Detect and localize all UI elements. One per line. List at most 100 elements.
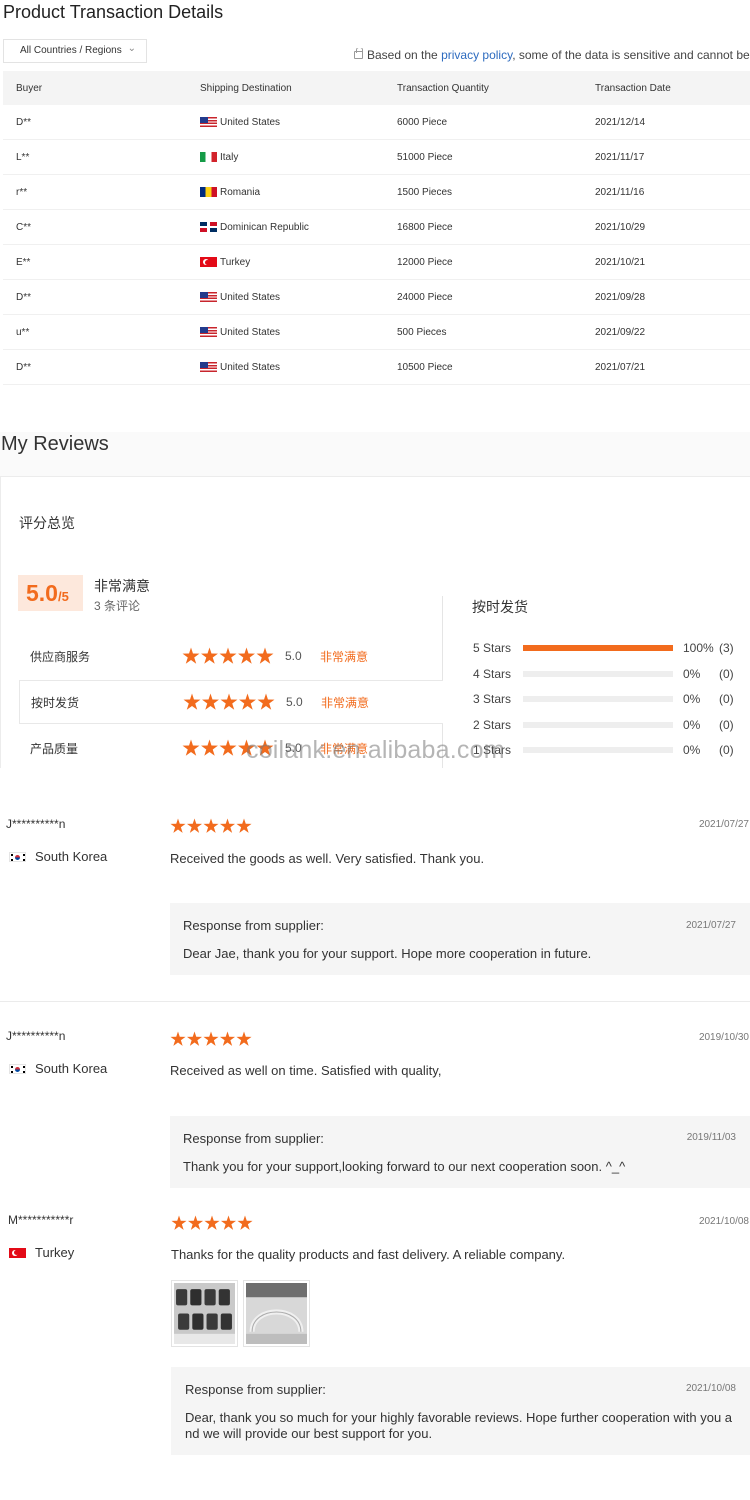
reviewer-country-name: Turkey	[35, 1245, 75, 1260]
distribution-count: (3)	[719, 641, 734, 655]
distribution-label: 3 Stars	[473, 692, 512, 706]
response-text: Dear Jae, thank you for your support. Ho…	[183, 946, 592, 961]
star-icon	[236, 1031, 252, 1046]
buyer-cell: r**	[16, 186, 28, 198]
response-text: Thank you for your support,looking forwa…	[183, 1159, 626, 1174]
watermark: coilank.en.alibaba.com	[246, 736, 505, 764]
overall-score-label: 非常满意	[94, 578, 150, 594]
metric-verdict: 非常满意	[320, 649, 369, 664]
quantity-cell: 1500 Pieces	[397, 186, 453, 198]
chevron-down-icon: ⌄	[127, 43, 136, 54]
metric-name: 按时发货	[31, 695, 80, 710]
star-icon	[201, 739, 218, 756]
rating-metric-row[interactable]: 按时发货 5.0 非常满意	[19, 680, 443, 724]
reviewer-country: South Korea	[9, 849, 107, 864]
star-icon	[186, 1031, 203, 1046]
star-icon	[202, 693, 219, 710]
rating-overview-title: 评分总览	[19, 515, 75, 531]
table-row: D** United States 6000 Piece 2021/12/14	[3, 105, 750, 140]
region-select-value: All Countries / Regions	[20, 45, 122, 56]
star-icon	[187, 1215, 204, 1230]
reviewer-country-name: South Korea	[35, 849, 108, 864]
distribution-bar	[523, 645, 673, 651]
quantity-cell: 10500 Piece	[397, 361, 453, 373]
review-divider	[0, 1001, 750, 1002]
reviewer-name: M***********r	[8, 1213, 74, 1227]
distribution-bar	[523, 696, 673, 702]
star-icon	[203, 818, 219, 833]
star-icon	[182, 647, 200, 664]
metric-verdict: 非常满意	[321, 695, 370, 710]
lock-icon	[354, 48, 363, 59]
destination-name: Romania	[220, 186, 261, 198]
distribution-title: 按时发货	[472, 599, 528, 615]
reviewer-name: J**********n	[6, 1029, 66, 1043]
buyer-cell: E**	[16, 256, 31, 268]
star-distribution-row: 2 Stars 0% (0)	[473, 717, 750, 733]
review-date: 2019/10/30	[698, 1032, 749, 1043]
privacy-note-suffix: , some of the data is sensitive and cann…	[512, 48, 750, 62]
metric-stars	[182, 647, 285, 665]
response-date: 2021/10/08	[685, 1383, 736, 1394]
flag-us-icon	[200, 292, 217, 302]
table-row: r** Romania 1500 Pieces 2021/11/16	[3, 175, 750, 210]
destination-name: United States	[220, 361, 281, 373]
quantity-cell: 51000 Piece	[397, 151, 453, 163]
star-icon	[219, 1031, 236, 1046]
star-icon	[203, 1031, 219, 1046]
privacy-policy-link[interactable]: privacy policy	[441, 48, 512, 62]
region-select[interactable]: All Countries / Regions ⌄	[3, 39, 147, 63]
destination-name: Turkey	[220, 256, 251, 268]
destination-cell: Romania	[200, 175, 397, 209]
star-distribution-row: 1 Stars 0% (0)	[473, 742, 750, 758]
star-icon	[219, 739, 237, 756]
flag-tr-icon	[9, 1247, 26, 1258]
review-rating	[171, 1215, 254, 1231]
star-icon	[204, 1215, 220, 1230]
date-cell: 2021/07/21	[595, 361, 646, 373]
flag-kr-icon	[9, 851, 26, 862]
quantity-cell: 500 Pieces	[397, 326, 447, 338]
date-cell: 2021/11/16	[595, 186, 645, 198]
star-icon	[239, 693, 256, 710]
privacy-note: Based on the privacy policy, some of the…	[354, 48, 750, 62]
flag-do-icon	[200, 222, 217, 232]
reviewer-country: Turkey	[9, 1245, 74, 1260]
reviews-header-band	[0, 432, 750, 476]
table-row: C** Dominican Republic 16800 Piece 2021/10/…	[3, 210, 750, 245]
review-photo[interactable]	[243, 1280, 310, 1347]
flag-kr-icon	[9, 1063, 26, 1074]
transactions-title: Product Transaction Details	[3, 2, 224, 22]
buyer-cell: D**	[16, 116, 32, 128]
distribution-count: (0)	[719, 743, 734, 757]
distribution-bar-fill	[523, 645, 673, 651]
date-cell: 2021/09/28	[595, 291, 646, 303]
star-distribution-row: 5 Stars 100% (3)	[473, 640, 750, 656]
review-photo[interactable]	[171, 1280, 238, 1347]
response-title: Response from supplier:	[185, 1382, 326, 1397]
star-icon	[183, 693, 201, 710]
distribution-label: 4 Stars	[473, 667, 512, 681]
flag-ro-icon	[200, 187, 217, 197]
distribution-label: 2 Stars	[473, 718, 512, 732]
distribution-count: (0)	[719, 692, 734, 706]
table-row: E** Turkey 12000 Piece 2021/10/21	[3, 245, 750, 280]
rating-metric-row[interactable]: 供应商服务 5.0 非常满意	[19, 634, 443, 678]
destination-name: United States	[220, 326, 281, 338]
flag-us-icon	[200, 327, 217, 337]
date-cell: 2021/12/14	[595, 116, 646, 128]
review-text: Thanks for the quality products and fast…	[171, 1247, 566, 1262]
star-icon	[237, 1215, 253, 1230]
distribution-percent: 0%	[683, 718, 701, 732]
table-row: L** Italy 51000 Piece 2021/11/17	[3, 140, 750, 175]
quantity-cell: 6000 Piece	[397, 116, 448, 128]
table-header: Buyer Shipping Destination Transaction Q…	[3, 71, 750, 105]
response-date: 2021/07/27	[685, 920, 736, 931]
review-date: 2021/07/27	[698, 819, 749, 830]
star-icon	[220, 1215, 237, 1230]
review-photo-image	[246, 1283, 307, 1344]
column-header-buyer: Buyer	[16, 82, 43, 94]
buyer-cell: L**	[16, 151, 30, 163]
supplier-response	[170, 1116, 750, 1188]
destination-cell: Dominican Republic	[200, 210, 397, 244]
